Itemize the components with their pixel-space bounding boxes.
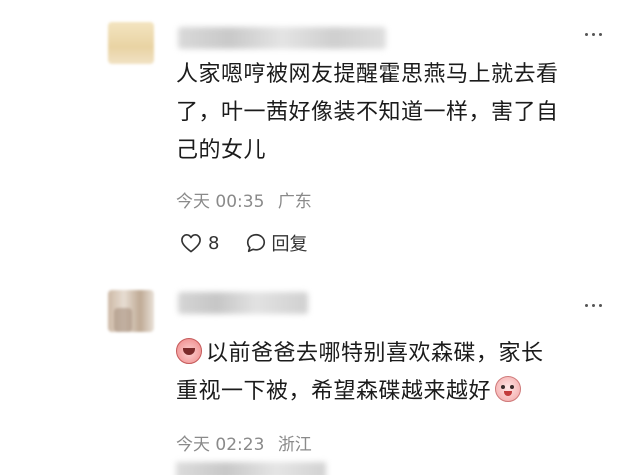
crying-face-emoji [176, 338, 202, 364]
comment-text-segment: 以前爸爸去哪特别喜欢森碟，家长 [206, 341, 544, 366]
comment-text: 以前爸爸去哪特别喜欢森碟，家长 重视一下被，希望森碟越来越好 [176, 335, 624, 411]
comment-item: 以前爸爸去哪特别喜欢森碟，家长 重视一下被，希望森碟越来越好 今天 02:23 … [0, 280, 640, 475]
reply-button[interactable]: 回复 [245, 230, 307, 256]
comment-text-segment: 重视一下被，希望森碟越来越好 [176, 379, 492, 404]
comment-text-line: 了，叶一茜好像装不知道一样，害了自 [176, 100, 559, 125]
comment-item: 人家嗯哼被网友提醒霍思燕马上就去看 了，叶一茜好像装不知道一样，害了自 己的女儿… [0, 0, 640, 280]
comment-time: 今天 00:35 [176, 192, 265, 212]
more-icon[interactable] [585, 29, 602, 39]
comment-location: 浙江 [277, 435, 312, 455]
username-blurred [178, 27, 386, 49]
comment-bubble-icon [245, 232, 267, 254]
comment-text-line: 重视一下被，希望森碟越来越好 [176, 373, 624, 411]
like-button[interactable]: 8 [180, 233, 219, 254]
blurred-actions [176, 462, 326, 475]
more-icon[interactable] [585, 300, 602, 310]
avatar[interactable] [108, 22, 154, 64]
comment-text-line: 人家嗯哼被网友提醒霍思燕马上就去看 [176, 62, 559, 87]
comment-location: 广东 [277, 192, 312, 212]
smiling-face-emoji [495, 376, 522, 402]
comment-feed: 人家嗯哼被网友提醒霍思燕马上就去看 了，叶一茜好像装不知道一样，害了自 己的女儿… [0, 0, 640, 475]
username-blurred [178, 292, 308, 314]
heart-outline-icon [180, 233, 202, 253]
comment-time: 今天 02:23 [176, 435, 265, 455]
comment-text-line: 己的女儿 [176, 138, 267, 163]
comment-text-line: 以前爸爸去哪特别喜欢森碟，家长 [176, 335, 624, 373]
like-count: 8 [208, 232, 220, 254]
comment-meta: 今天 00:35 广东 [176, 187, 312, 212]
comment-actions: 8 回复 [180, 230, 307, 256]
comment-meta: 今天 02:23 浙江 [176, 430, 312, 455]
comment-text: 人家嗯哼被网友提醒霍思燕马上就去看 了，叶一茜好像装不知道一样，害了自 己的女儿 [176, 56, 624, 170]
avatar[interactable] [108, 290, 154, 332]
reply-label: 回复 [271, 234, 308, 255]
